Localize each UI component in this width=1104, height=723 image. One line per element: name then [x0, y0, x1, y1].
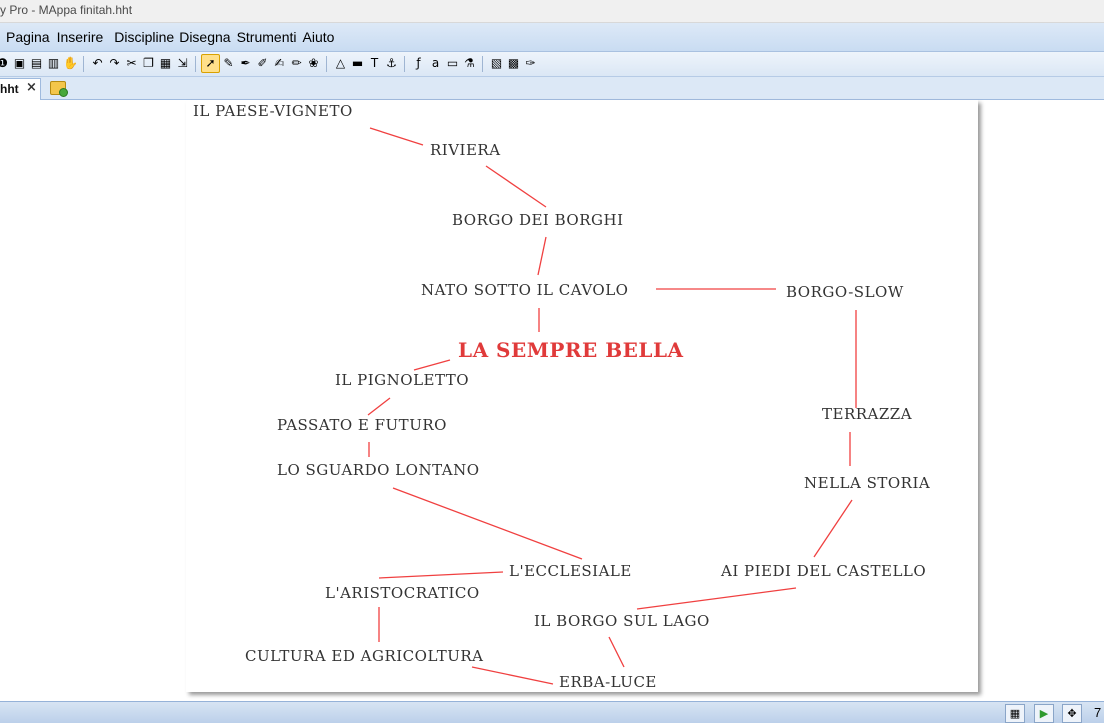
node-passato-e-futuro[interactable]: PASSATO E FUTURO: [277, 416, 447, 434]
toolbar-separator: [83, 56, 84, 72]
anchor-icon[interactable]: ⚓: [383, 55, 400, 72]
marker-icon[interactable]: ✍: [271, 55, 288, 72]
title-bar: y Pro - MAppa finitah.hht: [0, 0, 1104, 23]
shape-icon[interactable]: ❀: [305, 55, 322, 72]
print-icon[interactable]: ▥: [45, 55, 62, 72]
node-nella-storia[interactable]: NELLA STORIA: [804, 474, 930, 492]
pen-icon[interactable]: ✒: [237, 55, 254, 72]
copy-icon[interactable]: ❐: [140, 55, 157, 72]
pencil-icon[interactable]: ✎: [220, 55, 237, 72]
signature-icon[interactable]: ✑: [522, 55, 539, 72]
toolbar-separator: [404, 56, 405, 72]
pointer-icon[interactable]: ➚: [201, 54, 220, 73]
document-tabs: hht ×: [0, 77, 1104, 100]
node-nato-sotto-il-cavolo[interactable]: NATO SOTTO IL CAVOLO: [421, 281, 628, 299]
hand-icon[interactable]: ✋: [62, 55, 79, 72]
node-riviera[interactable]: RIVIERA: [430, 141, 501, 159]
cut-icon[interactable]: ✂: [123, 55, 140, 72]
node-lo-sguardo-lontano[interactable]: LO SGUARDO LONTANO: [277, 461, 480, 479]
close-icon[interactable]: ×: [26, 80, 37, 95]
menu-strumenti[interactable]: Strumenti: [231, 29, 297, 45]
zoom-level: 7: [1094, 705, 1102, 720]
grid-icon[interactable]: ▦: [1005, 704, 1025, 723]
status-bar: ▦ ▶ ✥ 7: [0, 701, 1104, 723]
canvas-page: [186, 100, 978, 692]
node-il-pignoletto[interactable]: IL PIGNOLETTO: [335, 371, 469, 389]
export-icon[interactable]: ▤: [28, 55, 45, 72]
node-terrazza[interactable]: TERRAZZA: [822, 405, 912, 423]
media-icon[interactable]: ▩: [505, 55, 522, 72]
node-l-aristocratico[interactable]: L'ARISTOCRATICO: [325, 584, 480, 602]
edit-icon[interactable]: ✏: [288, 55, 305, 72]
central-topic[interactable]: LA SEMPRE BELLA: [458, 338, 684, 362]
menu-discipline[interactable]: Discipline: [103, 29, 174, 45]
menu-disegna[interactable]: Disegna: [174, 29, 230, 45]
toolbar: ❶ ▣ ▤ ▥ ✋ ↶ ↷ ✂ ❐ ▦ ⇲ ➚ ✎ ✒ ✐ ✍ ✏ ❀ △ ▬ T ⚓ ƒ a ▭ ⚗ ▧ ▩ ✑: [0, 52, 1104, 77]
redo-icon[interactable]: ↷: [106, 55, 123, 72]
window-title: y Pro - MAppa finitah.hht: [0, 3, 133, 17]
toolbar-separator: [195, 56, 196, 72]
formula-icon[interactable]: ƒ: [410, 55, 427, 72]
node-cultura-ed-agricoltura[interactable]: CULTURA ED AGRICOLTURA: [245, 647, 483, 665]
node-l-ecclesiale[interactable]: L'ECCLESIALE: [509, 562, 632, 580]
tab-label: hht: [0, 82, 19, 96]
node-borgo-slow[interactable]: BORGO-SLOW: [786, 283, 904, 301]
open-icon[interactable]: ❶: [0, 55, 11, 72]
navigate-icon[interactable]: ✥: [1062, 704, 1082, 723]
film-icon[interactable]: ▬: [349, 55, 366, 72]
play-icon[interactable]: ▶: [1034, 704, 1054, 723]
node-erba-luce[interactable]: ERBA-LUCE: [559, 673, 657, 691]
new-document-icon[interactable]: [50, 81, 68, 97]
import-icon[interactable]: ⇲: [174, 55, 191, 72]
node-borgo-dei-borghi[interactable]: BORGO DEI BORGHI: [452, 211, 624, 229]
menu-pagina[interactable]: Pagina: [0, 29, 50, 45]
picture-icon[interactable]: ▧: [488, 55, 505, 72]
save-icon[interactable]: ▣: [11, 55, 28, 72]
node-il-paese-vigneto[interactable]: IL PAESE-VIGNETO: [193, 102, 353, 120]
text-icon[interactable]: T: [366, 55, 383, 72]
node-il-borgo-sul-lago[interactable]: IL BORGO SUL LAGO: [534, 612, 710, 630]
menu-aiuto[interactable]: Aiuto: [297, 29, 335, 45]
toolbar-separator: [482, 56, 483, 72]
flask-icon[interactable]: ⚗: [461, 55, 478, 72]
undo-icon[interactable]: ↶: [89, 55, 106, 72]
spelling-icon[interactable]: a: [427, 55, 444, 72]
tab-document[interactable]: hht ×: [0, 78, 41, 100]
paste-icon[interactable]: ▦: [157, 55, 174, 72]
menu-inserire[interactable]: Inserire: [50, 29, 104, 45]
dictionary-icon[interactable]: ▭: [444, 55, 461, 72]
node-ai-piedi-del-castello[interactable]: AI PIEDI DEL CASTELLO: [721, 562, 926, 580]
triangle-icon[interactable]: △: [332, 55, 349, 72]
brush-icon[interactable]: ✐: [254, 55, 271, 72]
menu-bar: Pagina Inserire Discipline Disegna Strum…: [0, 23, 1104, 52]
toolbar-separator: [326, 56, 327, 72]
